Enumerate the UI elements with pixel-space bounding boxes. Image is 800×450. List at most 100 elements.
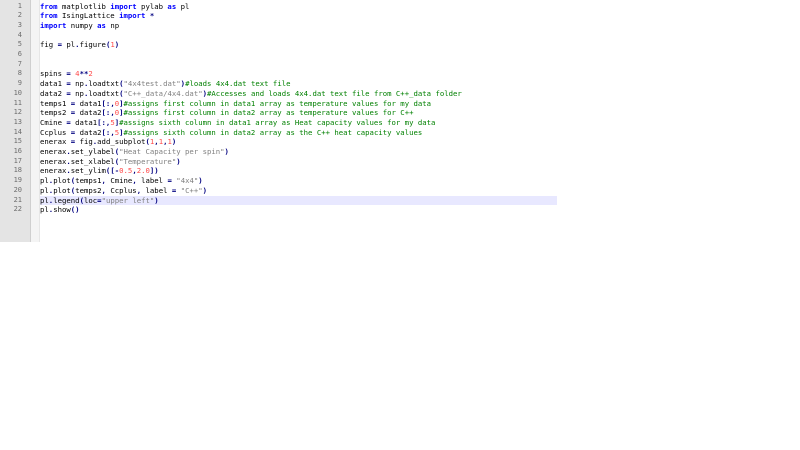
line-number: 16 <box>13 147 22 155</box>
code-line[interactable]: Cmine = data1[:,5]#assigns sixth column … <box>40 118 557 128</box>
code-token: #assigns sixth column in data1 array as … <box>119 117 436 127</box>
line-number: 9 <box>17 79 22 88</box>
code-token: enerax <box>40 156 67 166</box>
code-token: #Accesses and loads 4x4.dat text file fr… <box>207 88 462 98</box>
code-token: "Temperature" <box>119 156 177 166</box>
code-line[interactable]: enerax.set_ylim([-0.5,2.0]) <box>40 166 557 176</box>
code-token: label <box>136 176 168 186</box>
code-token: ) <box>176 156 181 166</box>
code-line[interactable]: data1 = np.loadtxt("4x4test.dat")#loads … <box>40 79 557 89</box>
code-token: ) <box>114 40 120 50</box>
code-token: matplotlib <box>57 1 111 11</box>
code-token: pl <box>40 185 49 195</box>
code-token: pl <box>176 1 190 11</box>
code-line[interactable]: temps2 = data2[:,0]#assigns first column… <box>40 108 557 118</box>
code-token: Ccplus <box>105 185 137 195</box>
code-token: "C++" <box>180 185 203 195</box>
code-token: set_ylabel <box>70 147 115 156</box>
code-token: as <box>167 1 177 11</box>
code-token: data2 <box>40 88 67 98</box>
line-number: 5 <box>17 40 22 49</box>
code-token: fig <box>40 40 58 50</box>
code-line[interactable]: from matplotlib import pylab as pl <box>40 2 557 12</box>
line-number-gutter[interactable]: 1 2 3 4 5 6 7 8 9 10 11 12 13 14 15 16 17 18 19 20 21 22 <box>0 0 31 242</box>
code-line[interactable] <box>40 31 557 41</box>
code-token: ]) <box>149 166 159 176</box>
code-token: loc <box>83 195 98 205</box>
code-token: Cmine <box>40 117 67 127</box>
code-token: #assigns first column in data1 array as … <box>123 98 432 108</box>
code-token: "upper left" <box>101 195 155 205</box>
code-line[interactable]: enerax = fig.add_subplot(1,1,1) <box>40 137 557 147</box>
code-token: import <box>110 1 137 11</box>
code-line[interactable]: enerax.set_ylabel("Heat Capacity per spi… <box>40 147 557 157</box>
code-token: ([ <box>105 166 115 176</box>
line-number: 20 <box>13 185 22 194</box>
code-token: show <box>53 205 71 215</box>
code-token: [:, <box>97 117 111 127</box>
code-token: from <box>40 11 58 21</box>
line-number: 19 <box>13 176 22 185</box>
code-line[interactable]: pl.show() <box>40 205 557 215</box>
code-token: loadtxt <box>88 79 120 89</box>
code-token: Ccplus <box>40 127 71 137</box>
code-token: IsingLattice <box>57 11 120 21</box>
code-token: ) <box>224 147 229 156</box>
code-token: * <box>149 11 155 21</box>
code-token: data1 <box>70 117 98 127</box>
code-line[interactable]: pl.plot(temps1, Cmine, label = "4x4") <box>40 176 557 186</box>
line-number: 3 <box>17 20 22 29</box>
code-token: [:, <box>101 108 115 118</box>
code-token: [:, <box>101 98 115 108</box>
code-line[interactable]: spins = 4**2 <box>40 69 557 79</box>
code-token: "C++_data/4x4.dat" <box>123 88 203 98</box>
code-token: ) <box>154 195 159 205</box>
code-token: Cmine <box>105 176 133 186</box>
code-token: from <box>40 1 58 11</box>
line-number: 15 <box>13 137 22 146</box>
line-number: 18 <box>13 166 22 175</box>
code-token: plot <box>53 176 71 186</box>
code-editor[interactable]: 1 2 3 4 5 6 7 8 9 10 11 12 13 14 15 16 17 18 19 20 21 22 from… <box>0 0 557 242</box>
code-token: "4x4test.dat" <box>123 79 181 89</box>
code-token: add_subplot <box>97 137 146 147</box>
code-token: () <box>70 205 80 215</box>
fold-margin[interactable] <box>31 0 40 242</box>
code-line[interactable]: data2 = np.loadtxt("C++_data/4x4.dat")#A… <box>40 89 557 99</box>
code-token: pylab <box>136 1 168 11</box>
code-line[interactable]: from IsingLattice import * <box>40 11 557 21</box>
code-token: temps2 <box>75 185 102 195</box>
code-line[interactable]: import numpy as np <box>40 21 557 31</box>
code-token: "4x4" <box>176 176 199 186</box>
code-token: spins <box>40 69 67 79</box>
code-token: pl <box>40 205 49 215</box>
line-number: 8 <box>17 69 22 78</box>
code-token: np <box>70 79 84 89</box>
code-line[interactable]: fig = pl.figure(1) <box>40 40 557 50</box>
code-line[interactable]: temps1 = data1[:,0]#assigns first column… <box>40 99 557 109</box>
code-token: pl <box>40 195 49 205</box>
code-line[interactable] <box>40 60 557 70</box>
code-line[interactable]: pl.plot(temps2, Ccplus, label = "C++") <box>40 186 557 196</box>
line-number: 10 <box>13 88 22 97</box>
line-number: 2 <box>17 11 22 20</box>
code-token: loadtxt <box>88 88 120 98</box>
code-token: ) <box>171 137 177 147</box>
code-area[interactable]: from matplotlib import pylab as pl from I… <box>40 0 557 242</box>
line-number: 11 <box>13 98 22 107</box>
code-line[interactable] <box>40 50 557 60</box>
code-line[interactable]: enerax.set_xlabel("Temperature") <box>40 157 557 167</box>
code-token: #assigns sixth column in data2 array as … <box>123 127 423 137</box>
code-token: data1 <box>40 79 67 89</box>
code-token: as <box>97 20 106 30</box>
code-token: #loads 4x4.dat text file <box>185 79 291 89</box>
code-line[interactable]: pl.legend(loc="upper left") <box>40 195 557 206</box>
code-token: temps1 <box>75 176 102 186</box>
code-token: import <box>40 20 67 30</box>
code-token: 2 <box>88 69 93 79</box>
line-number: 14 <box>13 127 22 136</box>
line-number: 4 <box>17 30 22 39</box>
code-token: data2 <box>75 127 102 137</box>
code-token: legend <box>53 195 80 205</box>
code-line[interactable]: Ccplus = data2[:,5]#assigns sixth column… <box>40 128 557 138</box>
